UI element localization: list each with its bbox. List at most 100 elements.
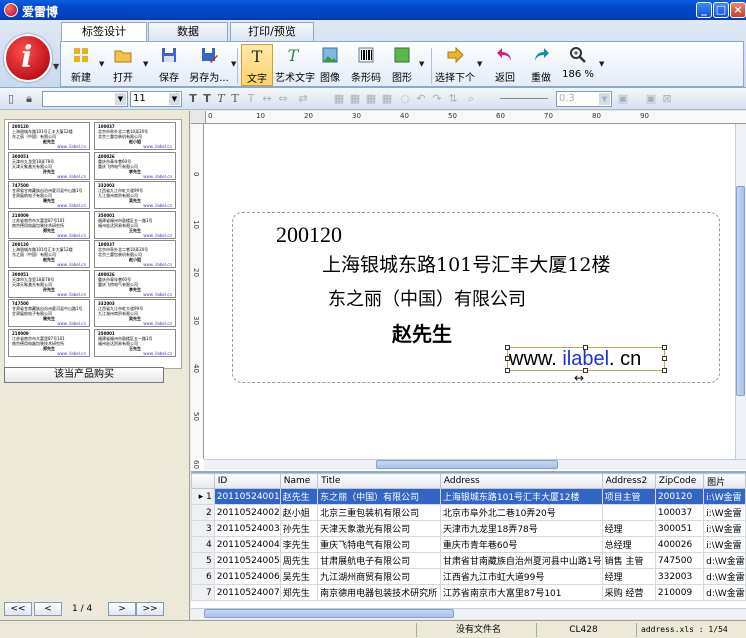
table-cell[interactable]: 赵小姐 [279,504,319,521]
table-cell[interactable]: 20110524002 [213,504,281,521]
grid-column-header[interactable] [191,473,215,489]
table-cell[interactable]: d:\W金雷 [703,552,746,569]
label-company-text[interactable]: 东之丽（中国）有限公司 [328,285,526,311]
row-number[interactable]: 5 [191,552,215,569]
select-next-button[interactable]: 选择下个 [435,44,475,86]
rotate-left-icon[interactable]: ↶ [414,92,428,106]
zoom-button[interactable]: 186 % [561,44,595,86]
table-cell[interactable]: 20110524004 [213,536,281,553]
align-right-icon[interactable]: ▦ [364,92,378,106]
resize-handle[interactable] [505,345,510,350]
table-cell[interactable]: i:\W金雷 [703,536,746,553]
table-cell[interactable]: 销售 主管 [601,552,656,569]
align-icon[interactable]: ⇄ [296,92,310,106]
table-cell[interactable]: 200120 [654,488,705,505]
last-page-button[interactable]: >> [136,602,164,616]
align-center-icon[interactable]: ▦ [348,92,362,106]
tab-print-preview[interactable]: 打印/预览 [230,22,314,41]
table-cell[interactable]: 甘肃省甘南藏族自治州夏河县中山路1号 [439,552,603,569]
prev-page-button[interactable]: < [34,602,62,616]
table-cell[interactable]: 332003 [654,568,705,585]
label-thumbnail[interactable]: 400026 重庆市青年巷60号 重庆飞特电气有限公司 李先生 www. ilabel.… [94,269,176,298]
shape-dropdown-icon[interactable]: ▼ [419,60,424,68]
italic-icon[interactable]: T [214,92,228,106]
grid-column-header[interactable]: Address [439,473,603,489]
resize-handle[interactable] [662,356,667,361]
table-cell[interactable]: 重庆市青年巷60号 [439,536,603,553]
row-number[interactable]: ▸ 1 [191,488,215,505]
table-cell[interactable]: 吴先生 [279,568,319,585]
save-as-button[interactable]: 另存为... [189,44,229,86]
table-cell[interactable]: 北京三重包装机有限公司 [317,504,441,521]
table-cell[interactable]: 重庆飞特电气有限公司 [317,536,441,553]
table-cell[interactable]: i:\W金雷 [703,488,746,505]
save-as-dropdown-icon[interactable]: ▼ [231,60,236,68]
table-cell[interactable]: 李先生 [279,536,319,553]
tab-data[interactable]: 数据 [148,22,228,41]
strikeout-icon[interactable]: ↔ [260,92,274,106]
font-size-combo[interactable]: 11 ▼ [130,91,182,107]
table-cell[interactable] [601,504,656,521]
select-next-dropdown-icon[interactable]: ▼ [477,60,482,68]
table-cell[interactable]: 项目主管 [601,488,656,505]
spacing-icon[interactable]: ⇔ [276,92,290,106]
label-thumbnail[interactable]: 350001 福建省福州市鼓楼区五一路1号 福州宏达贸易有限公司 王先生 www. il… [94,210,176,239]
resize-handle[interactable] [662,368,667,373]
bold-icon[interactable]: T [200,92,214,106]
label-address-text[interactable]: 上海银城东路101号汇丰大厦12楼 [322,250,610,277]
table-cell[interactable]: 南京德用电器包装技术研究所 [317,584,441,601]
rotate-right-icon[interactable]: ↷ [430,92,444,106]
grid-column-header[interactable]: ZipCode [654,473,705,489]
new-button[interactable]: 新建 [65,44,97,86]
table-cell[interactable]: 甘肃展航电子有限公司 [317,552,441,569]
align-left-icon[interactable]: ▦ [332,92,346,106]
underline-icon[interactable]: T [244,92,258,106]
label-thumbnail[interactable]: 200120 上海银城东路101号汇丰大厦12楼 东之丽（中国）有限公司 赵先生 www… [8,240,90,268]
minimize-button[interactable]: _ [696,2,712,18]
table-cell[interactable]: 采购 经营 [601,584,656,601]
row-number[interactable]: 4 [191,536,215,553]
open-button[interactable]: 打开 [107,44,139,86]
app-menu-button[interactable]: i [4,34,52,82]
table-cell[interactable]: d:\W金雷 [703,568,746,585]
table-cell[interactable]: 赵先生 [279,488,319,505]
table-cell[interactable]: 100037 [654,504,705,521]
table-cell[interactable]: 400026 [654,536,705,553]
grid-horizontal-scroll-thumb[interactable] [204,609,454,618]
table-cell[interactable]: 300051 [654,520,705,537]
redo-button[interactable]: 重做 [525,44,557,86]
table-cell[interactable]: 经理 [601,520,656,537]
table-row[interactable]: 2 20110524002 赵小姐 北京三重包装机有限公司 北京市阜外北二巷10弄20号… [191,504,746,521]
resize-handle[interactable] [583,345,588,350]
grid-column-header[interactable]: 图片 [703,473,746,489]
label-thumbnail[interactable]: 332003 江西省九江市虹大道99号 九江湖州商贸有限公司 吴先生 www. ilab… [94,299,176,327]
table-cell[interactable]: 20110524003 [213,520,281,537]
resize-handle[interactable] [662,345,667,350]
grid-column-header[interactable]: Name [279,473,319,489]
canvas-horizontal-scroll-thumb[interactable] [376,460,558,469]
align-top-icon[interactable]: ▦ [380,92,394,106]
row-number[interactable]: 3 [191,520,215,537]
label-thumbnail[interactable]: 100037 北京市阜外北二巷10弄20号 北京三重包装机有限公司 赵小姐 www. i… [94,240,176,268]
font-family-combo[interactable]: ▼ [42,91,128,107]
data-grid[interactable]: ID Name Title Address Address2 ZipCode 图片 ▸ 12… [191,471,746,619]
table-cell[interactable]: 20110524001 [213,488,281,505]
table-cell[interactable]: 北京市阜外北二巷10弄20号 [439,504,603,521]
label-thumbnail[interactable]: 747500 甘肃省甘南藏族自治州夏河县中山路1号 甘肃展航电子有限公司 周先生 www… [8,181,90,209]
row-number[interactable]: 2 [191,504,215,521]
table-cell[interactable]: 210009 [654,584,705,601]
table-cell[interactable]: 20110524006 [213,568,281,585]
canvas-vertical-scroll-thumb[interactable] [736,186,745,396]
table-cell[interactable]: 九江湖州商贸有限公司 [317,568,441,585]
art-text-button[interactable]: T 艺术文字 [275,44,315,86]
table-row[interactable]: 6 20110524006 吴先生 九江湖州商贸有限公司 江西省九江市虹大道99号 经理 3… [191,568,746,585]
text-tool-button[interactable]: T 文字 [241,44,273,86]
barcode-button[interactable]: 条形码 [349,44,383,86]
italic-bold-icon[interactable]: T [228,92,242,106]
table-cell[interactable]: d:\W金雷 [703,584,746,601]
resize-handle[interactable] [505,368,510,373]
table-cell[interactable]: 周先生 [279,552,319,569]
table-cell[interactable]: 20110524005 [213,552,281,569]
table-cell[interactable]: 江苏省南京市大富里87号101 [439,584,603,601]
table-cell[interactable]: i:\W金雷 [703,520,746,537]
